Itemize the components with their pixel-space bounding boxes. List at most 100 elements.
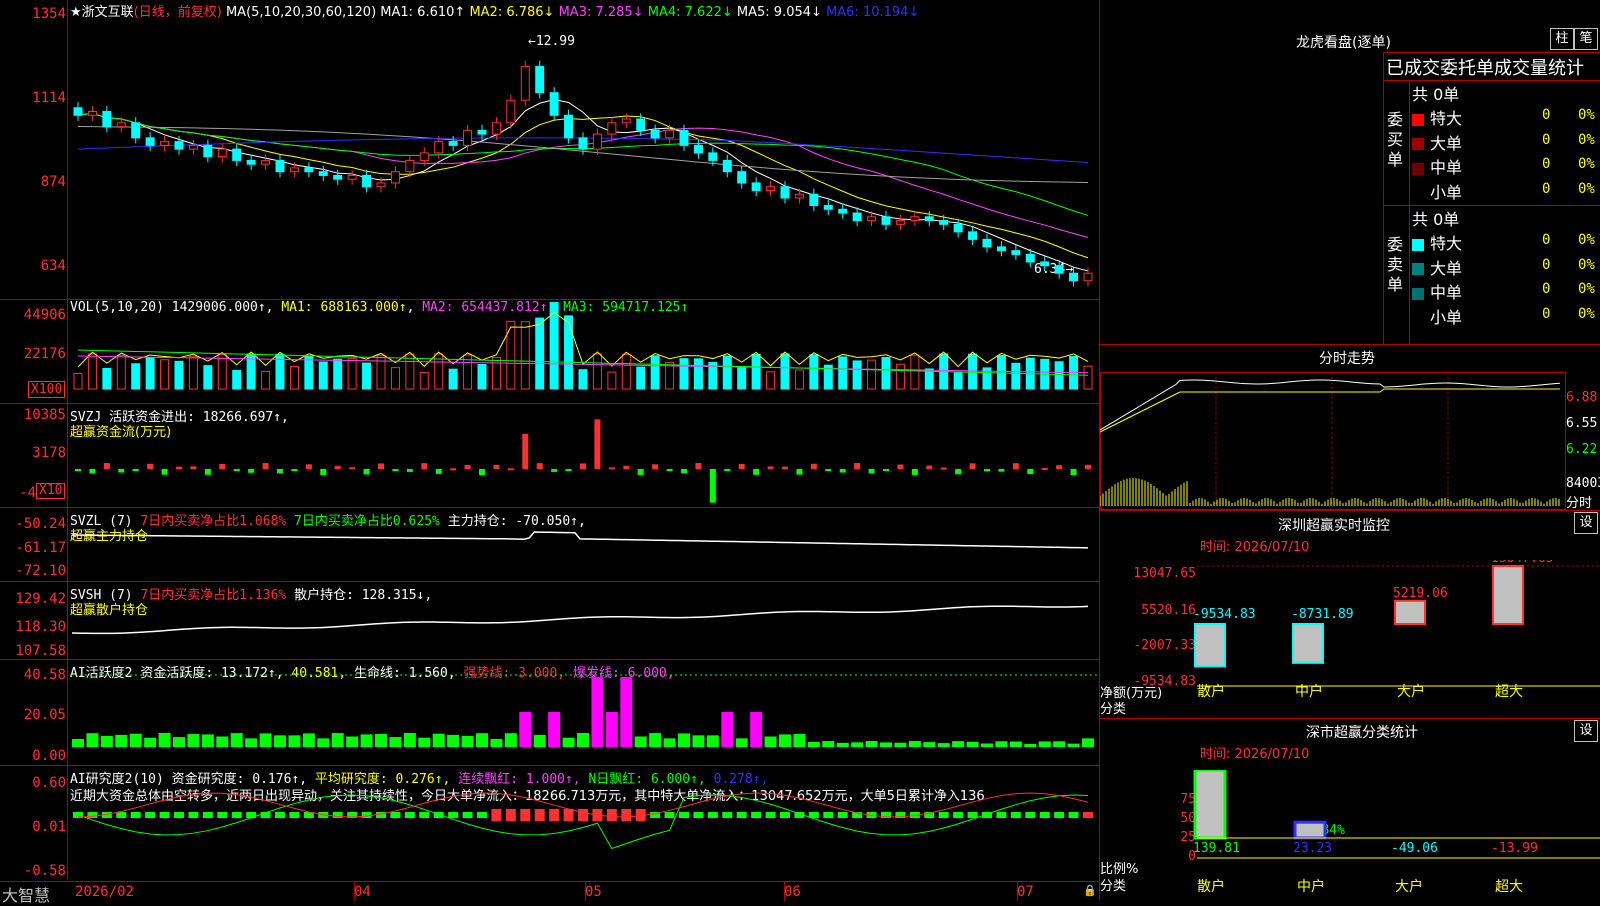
sz-monitor-date: 时间: 2026/07/10 <box>1200 540 1310 555</box>
activity-bar <box>851 742 864 747</box>
flow-bar <box>248 469 255 473</box>
candle-body <box>708 152 718 161</box>
intraday-chart[interactable] <box>1100 372 1564 508</box>
ai-activity-panel[interactable]: AI活跃度2 资金活跃度: 13.172↑, 40.581, 生命线: 1.56… <box>0 659 1100 766</box>
volume-panel[interactable]: VOL(5,10,20) 1429006.000↑, MA1: 688163.0… <box>0 299 1100 404</box>
order-count: 0 <box>1542 232 1551 248</box>
price-panel[interactable]: ★浙文互联(日线，前复权) MA(5,10,20,30,60,120) MA1:… <box>0 0 1100 300</box>
volume-bar <box>232 369 242 390</box>
svsh-panel[interactable]: SVSH (7) 7日内买卖净占比1.136% 散户持仓: 128.315↓, … <box>0 581 1100 660</box>
volume-bar <box>838 356 848 390</box>
ai-research-panel[interactable]: AI研究度2(10) 资金研究度: 0.176↑, 平均研究度: 0.276↑,… <box>0 765 1100 882</box>
candle-body <box>491 122 501 135</box>
flow-bar <box>406 469 413 472</box>
volume-bar <box>188 356 198 390</box>
order-row: 中单 <box>1412 154 1462 178</box>
volume-bar <box>766 371 776 390</box>
svsh-chart[interactable] <box>0 581 1100 659</box>
volume-bar <box>1083 365 1093 390</box>
activity-bar <box>389 737 402 747</box>
sz-monitor-settings-button[interactable]: 设 <box>1574 512 1598 534</box>
candle-body <box>650 129 660 139</box>
candle-body <box>881 216 891 225</box>
ai-activity-chart[interactable] <box>0 659 1100 765</box>
activity-bar <box>952 741 965 747</box>
research-bar <box>202 812 213 818</box>
order-type: 小单 <box>1430 182 1463 202</box>
candle-body <box>261 159 271 165</box>
candle-body <box>174 141 184 150</box>
research-bar <box>188 812 199 818</box>
svzj-panel[interactable]: SVZJ 活跃资金进出: 18266.697↑, 超赢资金流(万元) 10385… <box>0 403 1100 508</box>
candle-body <box>506 99 516 124</box>
bar-mode-button[interactable]: 柱 <box>1550 28 1574 50</box>
activity-bar <box>937 743 950 747</box>
flow-bar <box>551 469 558 472</box>
divider <box>1100 510 1600 511</box>
order-count: 0 <box>1542 107 1551 123</box>
candle-body <box>347 174 357 180</box>
volume-bar <box>160 359 170 390</box>
x-grid <box>784 882 785 901</box>
order-row: 小单 <box>1412 304 1462 328</box>
order-pct: 0% <box>1578 232 1595 248</box>
volume-bar <box>809 354 819 390</box>
research-bar <box>722 812 733 818</box>
research-bar <box>361 812 372 818</box>
x-grid <box>354 882 355 901</box>
research-bar <box>953 812 964 818</box>
candle-body <box>1083 272 1093 282</box>
tick-mode-button[interactable]: 笔 <box>1574 28 1598 50</box>
candlestick-chart[interactable] <box>0 0 1100 299</box>
candle-body <box>145 137 155 146</box>
right-sidebar: 龙虎看盘(逐单) 柱 笔 已成交委托单成交量统计 委买单 共 0单 委卖单 共 … <box>1100 0 1600 900</box>
activity-bar <box>605 712 618 747</box>
candle-body <box>188 144 198 150</box>
flow-bar <box>161 469 168 475</box>
activity-bar <box>476 733 488 747</box>
volume-bar <box>304 355 314 390</box>
svzl-panel[interactable]: SVZL (7) 7日内买卖净占比1.068% 7日内买卖净占比0.625% 主… <box>0 507 1100 582</box>
sz-stat-settings-button[interactable]: 设 <box>1574 720 1598 742</box>
candle-body <box>564 114 574 139</box>
candle-body <box>607 122 617 135</box>
volume-chart[interactable] <box>0 299 1100 403</box>
lock-icon[interactable]: 🔒 <box>1083 884 1097 897</box>
volume-bar <box>73 372 83 390</box>
volume-bar <box>881 357 891 390</box>
research-bar <box>462 812 473 818</box>
activity-bar <box>995 741 1008 747</box>
volume-bar <box>968 353 978 390</box>
volume-bar <box>737 366 747 390</box>
svzl-chart[interactable] <box>0 507 1100 581</box>
candle-body <box>679 129 689 146</box>
activity-bar <box>519 712 532 747</box>
volume-bar <box>636 366 646 390</box>
sz-stat-chart[interactable]: 139.81 散户 23.23 中户 -49.06 大户 -13.99 超大 <box>1100 770 1600 900</box>
flow-bar <box>1027 469 1034 475</box>
flow-bar <box>608 467 615 470</box>
flow-bar <box>103 463 110 469</box>
volume-bar <box>953 372 963 390</box>
candle-body <box>838 208 848 214</box>
order-type: 小单 <box>1430 307 1463 327</box>
activity-bar <box>981 743 993 747</box>
activity-bar <box>418 737 431 747</box>
order-type: 大单 <box>1430 258 1463 278</box>
candle-body <box>116 122 126 128</box>
flow-bar <box>291 469 298 471</box>
stat-category: 大户 <box>1395 878 1423 895</box>
order-type: 特大 <box>1430 234 1463 253</box>
x-tick: 2026/02 <box>75 884 135 900</box>
svzj-chart[interactable] <box>0 403 1100 507</box>
sz-monitor-chart[interactable]: -9534.83散户-8731.89中户5219.06大户13047.65超大 <box>1100 560 1600 720</box>
research-bar <box>87 812 98 818</box>
volume-bar <box>780 353 790 390</box>
activity-bar <box>331 733 344 747</box>
order-pct: 0% <box>1578 305 1595 322</box>
order-row: 特大 <box>1412 105 1462 129</box>
research-bar <box>606 809 617 821</box>
ai-research-chart[interactable] <box>0 765 1100 881</box>
flow-bar <box>839 469 846 473</box>
flow-bar <box>118 469 125 473</box>
